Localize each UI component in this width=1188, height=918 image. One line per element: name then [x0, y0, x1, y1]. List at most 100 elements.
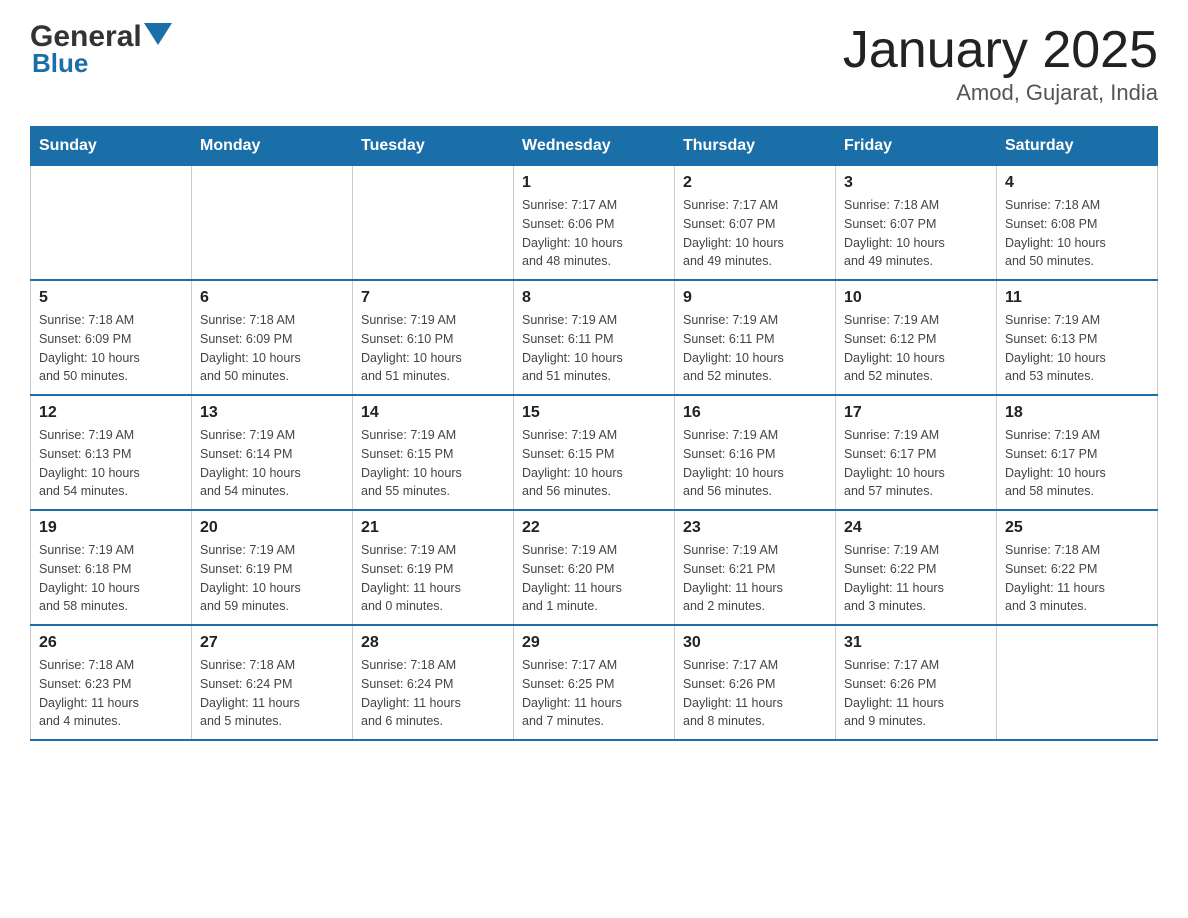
table-row: 10Sunrise: 7:19 AM Sunset: 6:12 PM Dayli…: [836, 280, 997, 395]
table-row: 9Sunrise: 7:19 AM Sunset: 6:11 PM Daylig…: [675, 280, 836, 395]
table-row: 4Sunrise: 7:18 AM Sunset: 6:08 PM Daylig…: [997, 166, 1158, 281]
day-info: Sunrise: 7:19 AM Sunset: 6:10 PM Dayligh…: [361, 311, 505, 386]
day-number: 5: [39, 289, 183, 307]
table-row: 6Sunrise: 7:18 AM Sunset: 6:09 PM Daylig…: [192, 280, 353, 395]
calendar-week-row: 1Sunrise: 7:17 AM Sunset: 6:06 PM Daylig…: [31, 166, 1158, 281]
calendar-week-row: 5Sunrise: 7:18 AM Sunset: 6:09 PM Daylig…: [31, 280, 1158, 395]
day-info: Sunrise: 7:19 AM Sunset: 6:18 PM Dayligh…: [39, 541, 183, 616]
day-info: Sunrise: 7:19 AM Sunset: 6:16 PM Dayligh…: [683, 426, 827, 501]
title-block: January 2025 Amod, Gujarat, India: [843, 20, 1158, 106]
day-number: 8: [522, 289, 666, 307]
day-number: 30: [683, 634, 827, 652]
logo-blue: Blue: [32, 48, 88, 79]
day-info: Sunrise: 7:19 AM Sunset: 6:20 PM Dayligh…: [522, 541, 666, 616]
header-monday: Monday: [192, 127, 353, 166]
day-number: 24: [844, 519, 988, 537]
day-info: Sunrise: 7:19 AM Sunset: 6:22 PM Dayligh…: [844, 541, 988, 616]
day-number: 12: [39, 404, 183, 422]
day-number: 27: [200, 634, 344, 652]
day-number: 2: [683, 174, 827, 192]
day-info: Sunrise: 7:19 AM Sunset: 6:13 PM Dayligh…: [39, 426, 183, 501]
header-saturday: Saturday: [997, 127, 1158, 166]
day-number: 20: [200, 519, 344, 537]
table-row: 30 Sunrise: 7:17 AM Sunset: 6:26 PM Dayli…: [675, 625, 836, 740]
calendar-week-row: 19Sunrise: 7:19 AM Sunset: 6:18 PM Dayli…: [31, 510, 1158, 625]
table-row: [997, 625, 1158, 740]
day-info: Sunrise: 7:18 AM Sunset: 6:24 PM Dayligh…: [361, 656, 505, 731]
calendar-week-row: 26 Sunrise: 7:18 AM Sunset: 6:23 PM Dayli…: [31, 625, 1158, 740]
day-info: Sunrise: 7:19 AM Sunset: 6:11 PM Dayligh…: [522, 311, 666, 386]
table-row: 25 Sunrise: 7:18 AM Sunset: 6:22 PM Dayli…: [997, 510, 1158, 625]
header-friday: Friday: [836, 127, 997, 166]
table-row: 15 Sunrise: 7:19 AM Sunset: 6:15 PM Dayli…: [514, 395, 675, 510]
table-row: 1Sunrise: 7:17 AM Sunset: 6:06 PM Daylig…: [514, 166, 675, 281]
day-info: Sunrise: 7:19 AM Sunset: 6:15 PM Dayligh…: [361, 426, 505, 501]
day-number: 10: [844, 289, 988, 307]
table-row: 13 Sunrise: 7:19 AM Sunset: 6:14 PM Dayli…: [192, 395, 353, 510]
logo: General Blue: [30, 20, 172, 79]
table-row: 23 Sunrise: 7:19 AM Sunset: 6:21 PM Dayli…: [675, 510, 836, 625]
table-row: 21Sunrise: 7:19 AM Sunset: 6:19 PM Dayli…: [353, 510, 514, 625]
calendar-header-row: Sunday Monday Tuesday Wednesday Thursday…: [31, 127, 1158, 166]
header-tuesday: Tuesday: [353, 127, 514, 166]
table-row: 12 Sunrise: 7:19 AM Sunset: 6:13 PM Dayli…: [31, 395, 192, 510]
day-info: Sunrise: 7:17 AM Sunset: 6:26 PM Dayligh…: [683, 656, 827, 731]
day-info: Sunrise: 7:18 AM Sunset: 6:22 PM Dayligh…: [1005, 541, 1149, 616]
day-info: Sunrise: 7:17 AM Sunset: 6:26 PM Dayligh…: [844, 656, 988, 731]
day-number: 25: [1005, 519, 1149, 537]
table-row: 8 Sunrise: 7:19 AM Sunset: 6:11 PM Daylig…: [514, 280, 675, 395]
day-number: 22: [522, 519, 666, 537]
day-info: Sunrise: 7:17 AM Sunset: 6:07 PM Dayligh…: [683, 196, 827, 271]
table-row: 3 Sunrise: 7:18 AM Sunset: 6:07 PM Daylig…: [836, 166, 997, 281]
day-info: Sunrise: 7:19 AM Sunset: 6:13 PM Dayligh…: [1005, 311, 1149, 386]
day-number: 7: [361, 289, 505, 307]
table-row: 29 Sunrise: 7:17 AM Sunset: 6:25 PM Dayli…: [514, 625, 675, 740]
table-row: 24 Sunrise: 7:19 AM Sunset: 6:22 PM Dayli…: [836, 510, 997, 625]
table-row: 18Sunrise: 7:19 AM Sunset: 6:17 PM Dayli…: [997, 395, 1158, 510]
table-row: 16 Sunrise: 7:19 AM Sunset: 6:16 PM Dayli…: [675, 395, 836, 510]
day-number: 26: [39, 634, 183, 652]
day-number: 14: [361, 404, 505, 422]
day-number: 13: [200, 404, 344, 422]
table-row: 31 Sunrise: 7:17 AM Sunset: 6:26 PM Dayli…: [836, 625, 997, 740]
day-number: 29: [522, 634, 666, 652]
table-row: [31, 166, 192, 281]
day-number: 31: [844, 634, 988, 652]
day-info: Sunrise: 7:19 AM Sunset: 6:19 PM Dayligh…: [200, 541, 344, 616]
day-info: Sunrise: 7:19 AM Sunset: 6:17 PM Dayligh…: [1005, 426, 1149, 501]
table-row: 2 Sunrise: 7:17 AM Sunset: 6:07 PM Daylig…: [675, 166, 836, 281]
table-row: [353, 166, 514, 281]
table-row: 27 Sunrise: 7:18 AM Sunset: 6:24 PM Dayli…: [192, 625, 353, 740]
page-subtitle: Amod, Gujarat, India: [843, 80, 1158, 106]
day-number: 3: [844, 174, 988, 192]
page-header: General Blue January 2025 Amod, Gujarat,…: [30, 20, 1158, 106]
page-title: January 2025: [843, 20, 1158, 80]
day-number: 6: [200, 289, 344, 307]
day-number: 4: [1005, 174, 1149, 192]
day-info: Sunrise: 7:19 AM Sunset: 6:19 PM Dayligh…: [361, 541, 505, 616]
table-row: 17Sunrise: 7:19 AM Sunset: 6:17 PM Dayli…: [836, 395, 997, 510]
day-info: Sunrise: 7:18 AM Sunset: 6:23 PM Dayligh…: [39, 656, 183, 731]
day-number: 16: [683, 404, 827, 422]
day-number: 28: [361, 634, 505, 652]
header-thursday: Thursday: [675, 127, 836, 166]
logo-triangle-icon: [144, 23, 172, 51]
table-row: 20 Sunrise: 7:19 AM Sunset: 6:19 PM Dayli…: [192, 510, 353, 625]
day-number: 9: [683, 289, 827, 307]
day-number: 15: [522, 404, 666, 422]
day-number: 23: [683, 519, 827, 537]
day-info: Sunrise: 7:18 AM Sunset: 6:24 PM Dayligh…: [200, 656, 344, 731]
day-info: Sunrise: 7:19 AM Sunset: 6:15 PM Dayligh…: [522, 426, 666, 501]
day-number: 11: [1005, 289, 1149, 307]
header-wednesday: Wednesday: [514, 127, 675, 166]
table-row: 28 Sunrise: 7:18 AM Sunset: 6:24 PM Dayli…: [353, 625, 514, 740]
day-info: Sunrise: 7:18 AM Sunset: 6:07 PM Dayligh…: [844, 196, 988, 271]
table-row: 5Sunrise: 7:18 AM Sunset: 6:09 PM Daylig…: [31, 280, 192, 395]
day-info: Sunrise: 7:19 AM Sunset: 6:21 PM Dayligh…: [683, 541, 827, 616]
table-row: 26 Sunrise: 7:18 AM Sunset: 6:23 PM Dayli…: [31, 625, 192, 740]
day-info: Sunrise: 7:19 AM Sunset: 6:14 PM Dayligh…: [200, 426, 344, 501]
table-row: 14 Sunrise: 7:19 AM Sunset: 6:15 PM Dayli…: [353, 395, 514, 510]
day-info: Sunrise: 7:17 AM Sunset: 6:25 PM Dayligh…: [522, 656, 666, 731]
table-row: 11 Sunrise: 7:19 AM Sunset: 6:13 PM Dayli…: [997, 280, 1158, 395]
table-row: [192, 166, 353, 281]
